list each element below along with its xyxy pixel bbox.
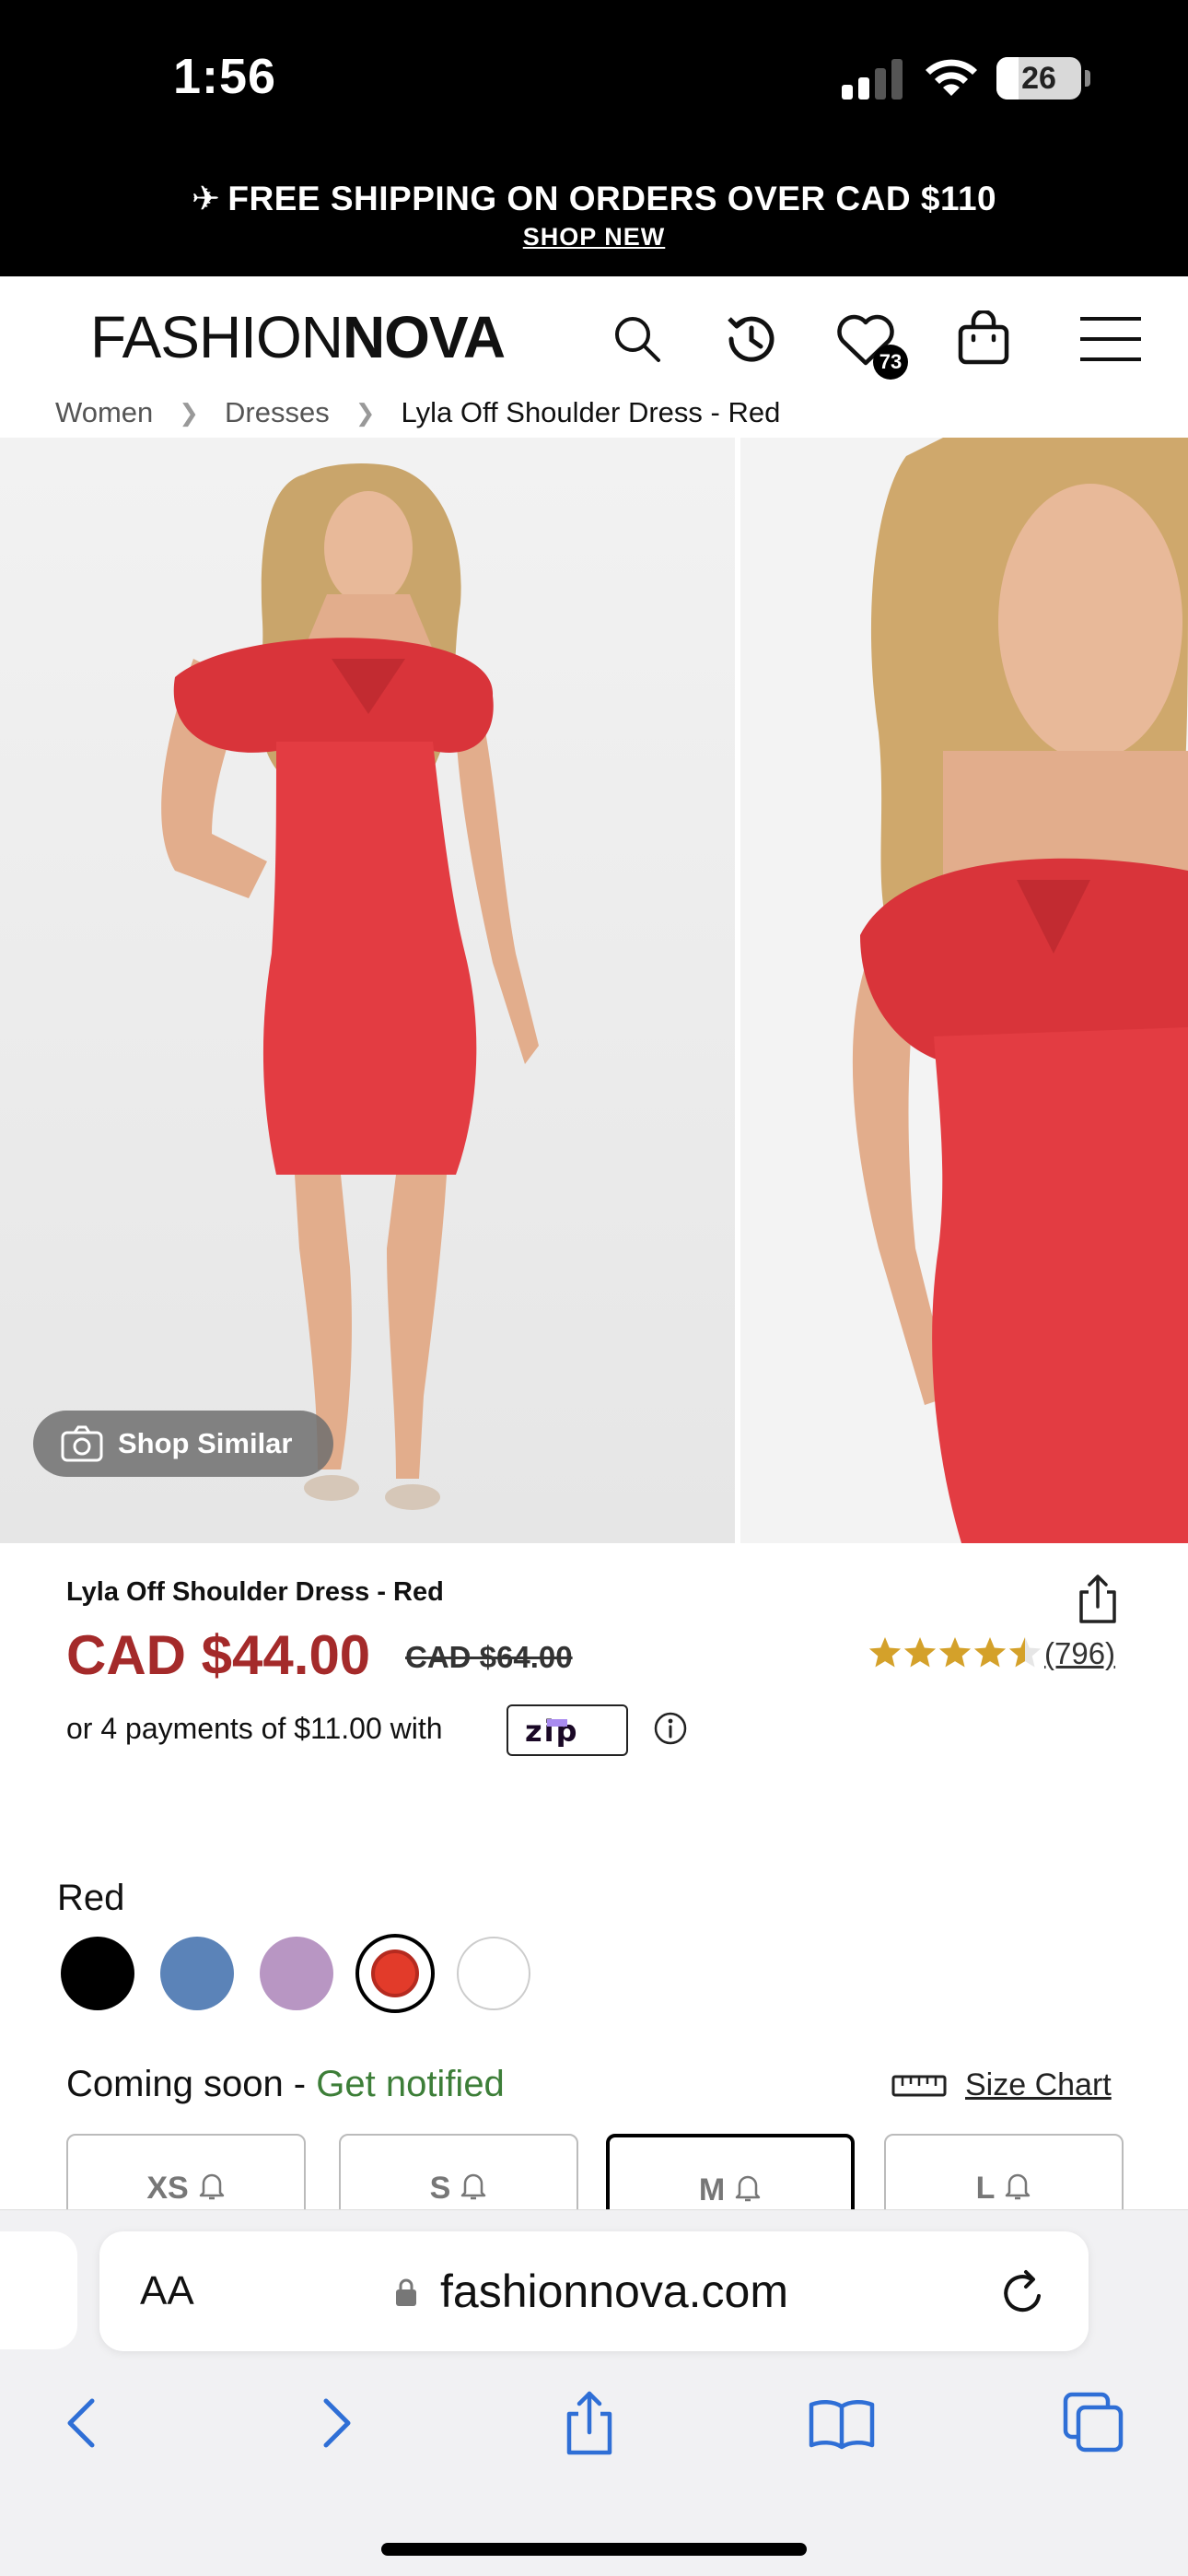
color-swatch-black[interactable] [61, 1937, 134, 2010]
star-icon [938, 1637, 972, 1668]
chevron-right-icon [323, 2398, 351, 2448]
product-title: Lyla Off Shoulder Dress - Red [66, 1577, 444, 1607]
home-indicator [381, 2543, 807, 2556]
bag-icon[interactable] [947, 302, 1020, 376]
search-icon[interactable] [600, 302, 674, 376]
url-text[interactable]: fashionnova.com [440, 2265, 788, 2318]
product-photo-2[interactable] [740, 438, 1188, 1543]
lock-icon [396, 2278, 416, 2306]
promo-headline: ✈ FREE SHIPPING ON ORDERS OVER CAD $110 [0, 179, 1188, 218]
status-time: 1:56 [173, 49, 277, 104]
airplane-icon: ✈ [191, 180, 221, 217]
tabs-icon [1063, 2392, 1124, 2453]
back-button[interactable] [44, 2386, 118, 2460]
fashion-nova-logo[interactable]: FASHIONNOVA [90, 308, 506, 367]
breadcrumb-dresses[interactable]: Dresses [225, 396, 330, 429]
promo-banner[interactable]: ✈ FREE SHIPPING ON ORDERS OVER CAD $110 S… [0, 166, 1188, 276]
red-swatch-fill [371, 1950, 419, 1997]
shop-similar-button[interactable]: Shop Similar [33, 1411, 333, 1477]
wifi-icon [926, 59, 977, 96]
product-gallery[interactable]: Shop Similar [0, 438, 1188, 1543]
share-button[interactable] [553, 2386, 626, 2460]
share-icon[interactable] [1074, 1574, 1122, 1625]
chevron-right-icon: ❯ [355, 398, 376, 427]
coming-soon-label: Coming soon - [66, 2064, 317, 2104]
breadcrumb: Women ❯ Dresses ❯ Lyla Off Shoulder Dres… [55, 387, 780, 439]
shop-new-link[interactable]: SHOP NEW [0, 223, 1188, 252]
size-chart-link[interactable]: Size Chart [891, 2067, 1112, 2103]
star-icon [903, 1637, 937, 1668]
color-swatch-blue[interactable] [160, 1937, 234, 2010]
book-icon [809, 2400, 875, 2450]
reload-icon[interactable] [998, 2268, 1048, 2318]
selected-color-label: Red [57, 1878, 125, 1918]
menu-icon[interactable] [1074, 302, 1147, 376]
review-count-link[interactable]: (796) [1044, 1636, 1115, 1671]
previous-tab-peek[interactable] [0, 2231, 77, 2349]
chevron-right-icon: ❯ [179, 398, 200, 427]
zip-logo[interactable]: zip [507, 1704, 628, 1756]
color-swatch-lavender[interactable] [260, 1937, 333, 2010]
text-size-button[interactable]: AA [140, 2268, 194, 2314]
get-notified-link[interactable]: Get notified [316, 2064, 505, 2104]
battery-cap [1085, 70, 1090, 87]
history-icon[interactable] [715, 302, 788, 376]
battery-level: 26 [1021, 61, 1056, 96]
installments-text: or 4 payments of $11.00 with [66, 1712, 443, 1745]
cellular-signal-icon [842, 59, 904, 100]
color-swatch-red-selected[interactable] [355, 1934, 435, 2013]
star-icon [973, 1637, 1007, 1668]
rating-stars[interactable] [868, 1634, 1042, 1671]
info-icon[interactable] [652, 1710, 689, 1747]
ruler-icon [891, 2075, 947, 2096]
forward-button[interactable] [300, 2386, 374, 2460]
color-swatch-white[interactable] [457, 1937, 530, 2010]
bookmarks-button[interactable] [805, 2386, 879, 2460]
availability-text: Coming soon - Get notified [66, 2064, 505, 2105]
bell-icon [1006, 2173, 1031, 2200]
breadcrumb-women[interactable]: Women [55, 396, 153, 429]
svg-text:zip: zip [525, 1714, 579, 1747]
site-header: FASHIONNOVA 73 [0, 276, 1188, 396]
shop-similar-label: Shop Similar [118, 1427, 293, 1459]
bell-icon [461, 2173, 486, 2200]
product-photo-1[interactable]: Shop Similar [0, 438, 735, 1543]
status-bar: 1:56 26 [0, 0, 1188, 166]
chevron-left-icon [67, 2398, 95, 2448]
share-icon [566, 2391, 612, 2455]
promo-text: FREE SHIPPING ON ORDERS OVER CAD $110 [227, 180, 997, 217]
camera-icon [61, 1425, 103, 1462]
wishlist-count-badge: 73 [873, 345, 908, 380]
sale-price: CAD $44.00 [66, 1624, 371, 1686]
bell-icon [735, 2175, 761, 2202]
star-icon [868, 1637, 902, 1668]
heart-icon[interactable]: 73 [829, 302, 908, 380]
star-icon [1008, 1637, 1042, 1668]
battery-icon: 26 [996, 57, 1081, 100]
original-price: CAD $64.00 [405, 1640, 573, 1674]
tabs-button[interactable] [1057, 2386, 1131, 2460]
address-bar[interactable]: AA fashionnova.com [99, 2231, 1089, 2351]
bell-icon [199, 2173, 224, 2200]
breadcrumb-current: Lyla Off Shoulder Dress - Red [401, 396, 781, 428]
